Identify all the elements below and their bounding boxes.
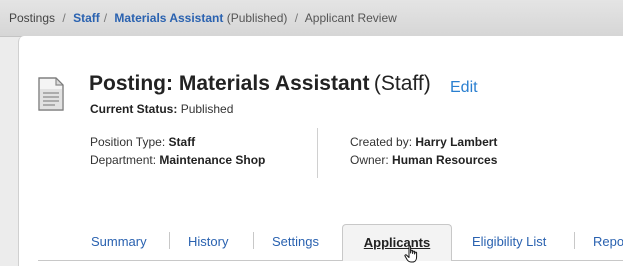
breadcrumb-inner: Postings / Staff / Materials Assistant (P… — [9, 0, 397, 36]
tab-settings[interactable]: Settings — [272, 234, 319, 249]
breadcrumb-separator: / — [62, 11, 66, 25]
posting-title: Posting: Materials Assistant — [89, 72, 370, 95]
posting-details-left: Position Type: Staff Department: Mainten… — [90, 133, 265, 169]
breadcrumb-materials-assistant[interactable]: Materials Assistant — [114, 11, 223, 25]
posting-tabs: Summary History Settings Applicants Elig… — [38, 224, 623, 261]
tab-applicants-label: Applicants — [363, 235, 431, 250]
created-by-value: Harry Lambert — [415, 135, 498, 149]
tab-separator — [574, 232, 575, 249]
breadcrumb-separator: / — [294, 11, 299, 25]
department-label: Department: — [90, 153, 157, 167]
department-value: Maintenance Shop — [159, 153, 266, 167]
posting-details-right: Created by: Harry Lambert Owner: Human R… — [350, 133, 497, 169]
details-divider — [317, 128, 318, 178]
tab-applicants[interactable]: Applicants — [342, 224, 452, 261]
hand-pointer-icon — [404, 245, 418, 263]
current-status: Current Status: Published — [90, 102, 233, 116]
created-by-row: Created by: Harry Lambert — [350, 133, 497, 151]
department-row: Department: Maintenance Shop — [90, 151, 265, 169]
tab-summary[interactable]: Summary — [91, 234, 147, 249]
tab-eligibility-list[interactable]: Eligibility List — [472, 234, 546, 249]
tab-separator — [169, 232, 170, 249]
tab-history[interactable]: History — [188, 234, 228, 249]
owner-value: Human Resources — [392, 153, 498, 167]
page-title: Posting: Materials Assistant (Staff) — [89, 72, 431, 96]
position-type-label: Position Type: — [90, 135, 166, 149]
breadcrumb-postings[interactable]: Postings — [9, 11, 55, 25]
position-type-row: Position Type: Staff — [90, 133, 265, 151]
status-value: Published — [180, 102, 234, 116]
tab-reports[interactable]: Repo — [593, 234, 623, 249]
posting-type-suffix: (Staff) — [373, 72, 431, 95]
document-icon — [38, 77, 64, 111]
status-label: Current Status: — [90, 102, 178, 116]
breadcrumb-published-status: (Published) — [226, 11, 288, 25]
owner-label: Owner: — [350, 153, 389, 167]
edit-link[interactable]: Edit — [450, 79, 478, 97]
breadcrumb-staff[interactable]: Staff — [73, 11, 100, 25]
position-type-value: Staff — [168, 135, 196, 149]
owner-row: Owner: Human Resources — [350, 151, 497, 169]
created-by-label: Created by: — [350, 135, 413, 149]
breadcrumb: Postings / Staff / Materials Assistant (P… — [0, 0, 623, 37]
tab-separator — [253, 232, 254, 249]
breadcrumb-separator: / — [103, 11, 108, 25]
breadcrumb-current: Applicant Review — [304, 11, 397, 25]
